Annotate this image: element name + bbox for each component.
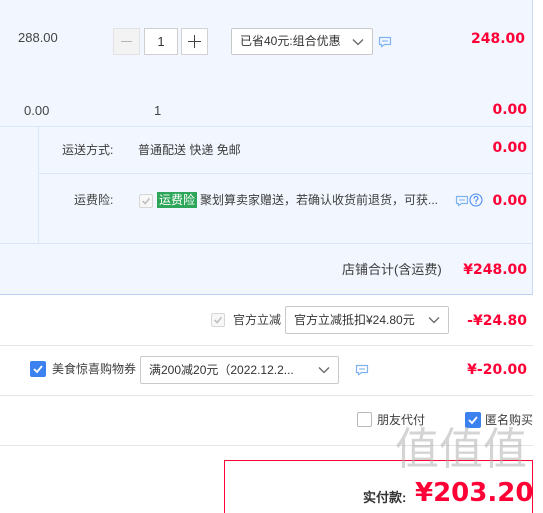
checkmark-icon — [468, 416, 478, 425]
chat-bubble-icon[interactable] — [355, 364, 369, 376]
checkmark-icon — [33, 365, 43, 374]
shipping-method: 普通配送 快递 免邮 — [138, 143, 241, 157]
gift-subtotal: 0.00 — [492, 102, 527, 118]
plus-icon — [188, 35, 201, 48]
chat-bubble-icon[interactable] — [378, 36, 392, 48]
shop-total-label: 店铺合计(含运费) — [342, 262, 442, 277]
friend-pay-checkbox[interactable] — [357, 412, 372, 427]
anonymous-label[interactable]: 匿名购买 — [485, 413, 533, 427]
chevron-down-icon — [428, 317, 440, 324]
anonymous-checkbox[interactable] — [465, 412, 481, 428]
coupon-amount: ¥-20.00 — [467, 362, 527, 378]
coupon-label: 美食惊喜购物券 — [52, 362, 137, 376]
official-discount-select[interactable]: 官方立减抵扣¥24.80元 — [285, 306, 449, 334]
checkmark-icon — [142, 197, 151, 205]
official-discount-row: 官方立减 官方立减抵扣¥24.80元 -¥24.80 — [0, 296, 543, 345]
gift-item-row: 0.00 1 0.00 — [0, 95, 543, 120]
checkmark-icon — [214, 316, 223, 324]
question-circle-icon[interactable] — [469, 193, 483, 207]
shipping-row: 运送方式: 普通配送 快递 免邮 0.00 — [0, 127, 543, 173]
insurance-label: 运费险: — [74, 193, 114, 207]
minus-icon — [121, 41, 132, 42]
official-discount-label: 官方立减 — [233, 313, 282, 327]
shipping-fee: 0.00 — [492, 140, 527, 156]
order-item-row: 288.00 已省40元:组合优惠 248.00 — [0, 20, 543, 65]
official-discount-select-value: 官方立减抵扣¥24.80元 — [294, 313, 415, 327]
promo-select[interactable]: 已省40元:组合优惠 — [231, 28, 373, 55]
item-subtotal: 248.00 — [470, 31, 525, 47]
official-discount-checkbox[interactable] — [211, 313, 225, 327]
quantity-decrease-button[interactable] — [113, 28, 140, 55]
official-discount-amount: -¥24.80 — [467, 313, 527, 329]
coupon-select-value: 满200减20元（2022.12.2... — [149, 363, 294, 377]
coupon-select[interactable]: 满200减20元（2022.12.2... — [140, 356, 339, 384]
payment-options-row: 朋友代付 匿名购买 — [0, 396, 543, 445]
insurance-row: 运费险: 运费险 聚划算卖家赠送，若确认收货前退货，可获... 0.00 — [0, 174, 543, 243]
insurance-fee: 0.00 — [492, 193, 527, 209]
payment-total-row: 实付款: ¥203.20 — [0, 446, 543, 513]
promo-select-value: 已省40元:组合优惠 — [240, 34, 341, 48]
insurance-tag: 运费险 — [157, 192, 198, 208]
shop-total-row: 店铺合计(含运费) ¥248.00 — [0, 244, 543, 294]
unit-price: 288.00 — [18, 30, 58, 45]
gift-unit-price: 0.00 — [24, 103, 50, 118]
coupon-row: 美食惊喜购物券 满200减20元（2022.12.2... ¥-20.00 — [0, 346, 543, 395]
friend-pay-label[interactable]: 朋友代付 — [377, 413, 425, 427]
insurance-checkbox[interactable] — [139, 194, 153, 208]
coupon-checkbox[interactable] — [30, 361, 46, 377]
quantity-increase-button[interactable] — [181, 28, 208, 55]
chevron-down-icon — [352, 38, 364, 45]
chat-bubble-icon[interactable] — [455, 195, 469, 207]
shop-total-amount: ¥248.00 — [463, 262, 527, 278]
payment-label: 实付款: — [363, 490, 407, 505]
insurance-description: 聚划算卖家赠送，若确认收货前退货，可获... — [200, 193, 439, 207]
checkout-page: 288.00 已省40元:组合优惠 248.00 0.00 1 0.00 运送方… — [0, 0, 543, 513]
quantity-input[interactable] — [144, 28, 178, 55]
shipping-label: 运送方式: — [62, 143, 114, 157]
gift-quantity: 1 — [154, 103, 162, 118]
payment-amount: ¥203.20 — [415, 478, 534, 508]
chevron-down-icon — [318, 367, 330, 374]
